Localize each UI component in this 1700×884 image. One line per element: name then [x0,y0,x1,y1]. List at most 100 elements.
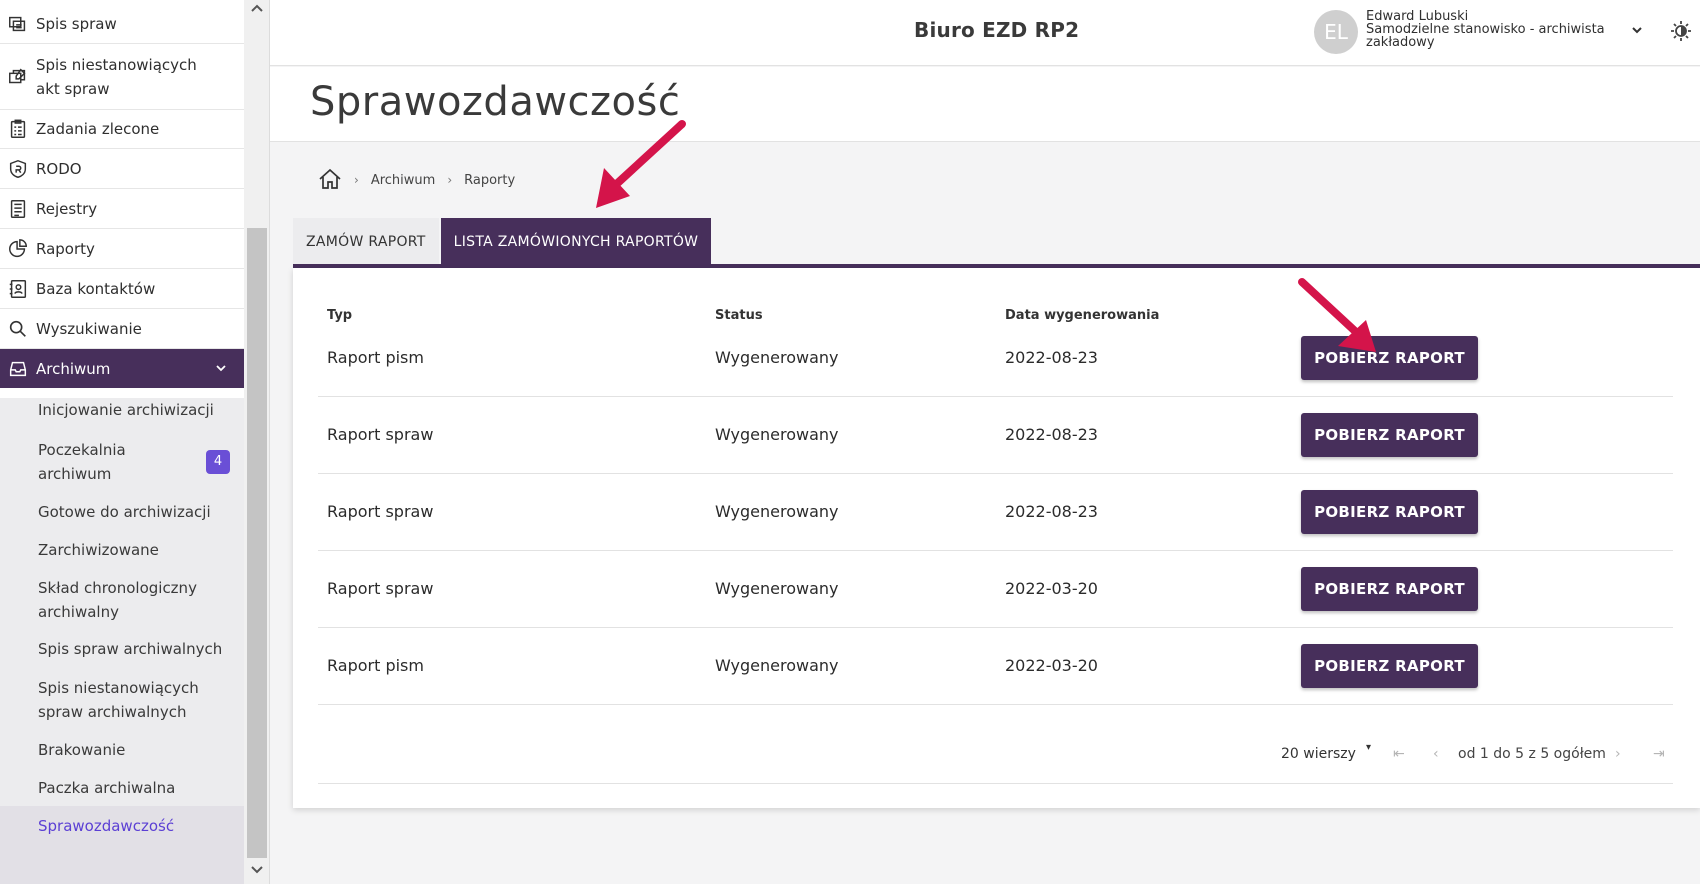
cell-typ: Raport spraw [327,425,434,444]
scroll-down-icon[interactable] [250,864,264,878]
cell-status: Wygenerowany [715,579,839,598]
download-report-button[interactable]: POBIERZ RAPORT [1301,413,1478,457]
sidebar-subitem-zarchiwizowane[interactable]: Zarchiwizowane [0,538,244,562]
cell-data: 2022-03-20 [1005,656,1098,675]
sidebar-subitem-label: Spis niestanowiących spraw archiwalnych [38,679,199,721]
user-role-cont: zakładowy [1366,35,1435,50]
sidebar-subitem-label: Brakowanie [38,741,126,759]
breadcrumb-separator: › [447,173,453,187]
sidebar-item-archiwum[interactable]: Archiwum [0,349,244,388]
avatar[interactable]: EL [1314,10,1358,54]
sidebar-subitem-sprawozdawczosc[interactable]: Sprawozdawczość [0,806,244,884]
sidebar-item-baza-kontaktow[interactable]: Baza kontaktów [0,269,244,309]
cell-data: 2022-03-20 [1005,579,1098,598]
breadcrumb-item-archiwum[interactable]: Archiwum [371,173,436,188]
count-badge: 4 [206,450,230,474]
cell-status: Wygenerowany [715,502,839,521]
sidebar-item-spis-niestanowiacych[interactable]: Spis niestanowiących akt spraw [0,44,244,110]
reports-table: Typ Status Data wygenerowania Raport pis… [293,268,1700,808]
sidebar-subitem-label: Spis spraw archiwalnych [38,640,223,658]
pie-chart-icon [0,238,36,260]
prev-page-icon[interactable]: ‹ [1433,746,1439,762]
sidebar: Spis spraw Spis niestanowiących akt spra… [0,0,244,884]
table-row: Raport pism Wygenerowany 2022-08-23 POBI… [318,320,1673,397]
cell-typ: Raport spraw [327,579,434,598]
annotation-arrow-icon [596,120,686,208]
top-bar: Biuro EZD RP2 EL Edward Lubuski Samodzie… [270,0,1700,66]
first-page-icon[interactable]: ⇤ [1393,746,1405,762]
annotation-arrow-icon [1298,278,1376,352]
table-row: Raport spraw Wygenerowany 2022-08-23 POB… [318,397,1673,474]
folders-icon [0,13,36,35]
cell-typ: Raport pism [327,656,424,675]
sidebar-item-spis-spraw[interactable]: Spis spraw [0,4,244,44]
sidebar-item-wyszukiwanie[interactable]: Wyszukiwanie [0,309,244,349]
rows-per-page-select[interactable]: 20 wierszy [1281,746,1356,762]
sidebar-scrollbar[interactable] [244,0,270,884]
table-row: Raport spraw Wygenerowany 2022-03-20 POB… [318,551,1673,628]
scroll-up-icon[interactable] [250,2,264,16]
pagination: 20 wierszy ▾ ⇤ ‹ od 1 do 5 z 5 ogółem › … [293,742,1700,776]
sidebar-subitem-label: Gotowe do archiwizacji [38,503,211,521]
next-page-icon[interactable]: › [1615,746,1621,762]
archive-icon [0,358,36,380]
contacts-icon [0,278,36,300]
breadcrumb-separator: › [354,173,359,187]
sidebar-item-raporty[interactable]: Raporty [0,229,244,269]
folders-edit-icon [0,66,36,88]
sidebar-subitem-spis-niestanowiacych[interactable]: Spis niestanowiących spraw archiwalnych [0,676,244,724]
page-header: Sprawozdawczość [270,67,1700,142]
sidebar-subitem-paczka[interactable]: Paczka archiwalna [0,776,244,800]
sidebar-item-label: Spis spraw [36,14,117,33]
divider [318,783,1673,784]
cell-typ: Raport pism [327,348,424,367]
sidebar-subitem-gotowe[interactable]: Gotowe do archiwizacji [0,500,244,524]
tab-zamow-raport[interactable]: ZAMÓW RAPORT [293,218,439,266]
sidebar-subitem-poczekalnia[interactable]: Poczekalnia archiwum 4 [0,438,244,488]
cell-data: 2022-08-23 [1005,425,1098,444]
sidebar-subitem-label: Zarchiwizowane [38,541,159,559]
sidebar-item-label: Rejestry [36,199,98,218]
sidebar-item-zadania-zlecone[interactable]: Zadania zlecone [0,110,244,149]
download-report-button[interactable]: POBIERZ RAPORT [1301,490,1478,534]
caret-down-icon[interactable]: ▾ [1366,742,1371,753]
sidebar-item-label: RODO [36,159,82,178]
cell-status: Wygenerowany [715,348,839,367]
download-report-button[interactable]: POBIERZ RAPORT [1301,644,1478,688]
table-row: Raport pism Wygenerowany 2022-03-20 POBI… [318,628,1673,705]
breadcrumb: › Archiwum › Raporty [318,168,515,192]
sidebar-subitem-spis-archiwalnych[interactable]: Spis spraw archiwalnych [0,637,244,661]
sidebar-subitem-label: Poczekalnia archiwum [38,441,126,483]
cell-status: Wygenerowany [715,656,839,675]
sidebar-item-rodo[interactable]: RODO [0,149,244,189]
sidebar-item-rejestry[interactable]: Rejestry [0,189,244,229]
last-page-icon[interactable]: ⇥ [1653,746,1665,762]
register-icon [0,198,36,220]
tab-lista-raportow[interactable]: LISTA ZAMÓWIONYCH RAPORTÓW [440,218,712,266]
breadcrumb-item-raporty: Raporty [464,172,516,188]
tabs: ZAMÓW RAPORT LISTA ZAMÓWIONYCH RAPORTÓW [293,218,713,266]
sidebar-subitem-label: Paczka archiwalna [38,779,176,797]
sidebar-subitem-label: Skład chronologiczny archiwalny [38,579,197,621]
sidebar-item-label: Raporty [36,239,95,258]
sidebar-subitem-inicjowanie[interactable]: Inicjowanie archiwizacji [0,398,244,422]
sidebar-subitem-brakowanie[interactable]: Brakowanie [0,738,244,762]
chevron-down-icon [214,361,228,379]
home-icon[interactable] [318,168,342,192]
cell-status: Wygenerowany [715,425,839,444]
theme-toggle-icon[interactable] [1670,20,1692,42]
table-row: Raport spraw Wygenerowany 2022-08-23 POB… [318,474,1673,551]
chevron-down-icon[interactable] [1630,22,1644,41]
sidebar-item-label: Archiwum [36,359,111,378]
sidebar-item-label: Baza kontaktów [36,279,156,298]
sidebar-subitem-sklad[interactable]: Skład chronologiczny archiwalny [0,576,244,624]
user-info[interactable]: Edward Lubuski Samodzielne stanowisko - … [1366,10,1605,49]
cell-data: 2022-08-23 [1005,502,1098,521]
scrollbar-thumb[interactable] [247,228,267,858]
sidebar-item-label: Spis niestanowiących akt spraw [36,55,197,98]
sidebar-subitem-label: Sprawozdawczość [38,817,175,835]
sidebar-item-label: Zadania zlecone [36,120,160,138]
download-report-button[interactable]: POBIERZ RAPORT [1301,567,1478,611]
shield-icon [0,158,36,180]
sidebar-subitem-label: Inicjowanie archiwizacji [38,401,214,419]
